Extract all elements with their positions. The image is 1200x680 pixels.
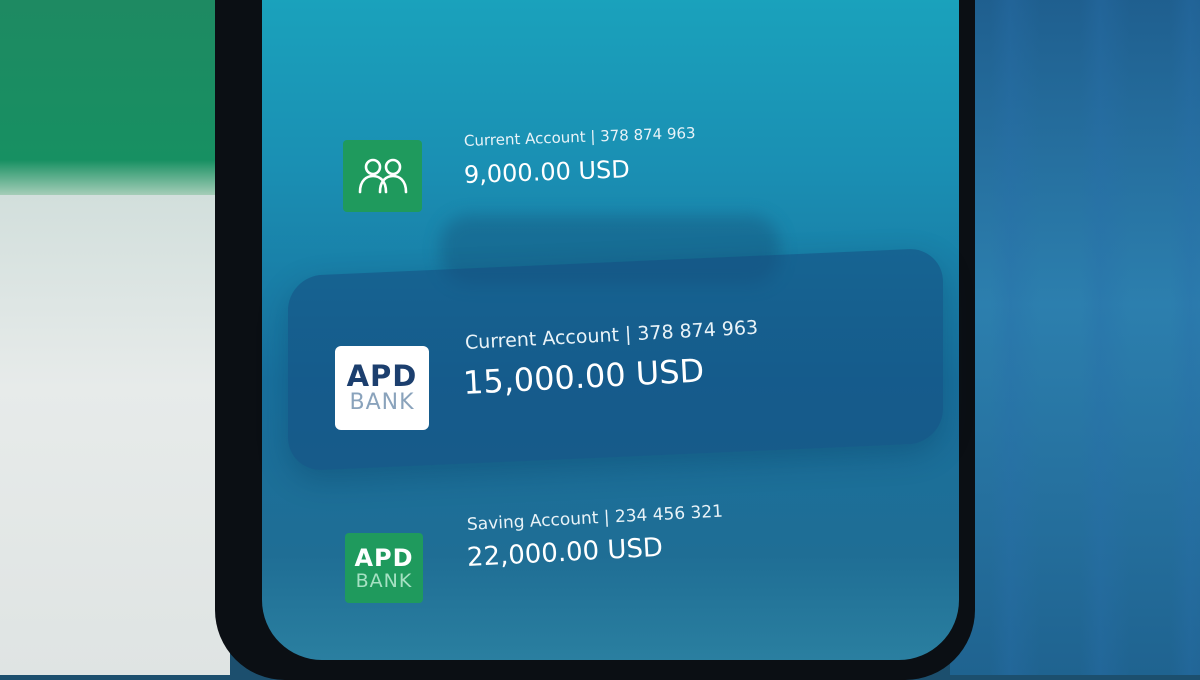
- background-white-wall: [0, 195, 230, 675]
- background-green-wall: [0, 0, 230, 200]
- logo-text-apd: APD: [346, 359, 418, 393]
- logo-text-bank: BANK: [349, 390, 415, 415]
- account-balance: 9,000.00 USD: [463, 155, 631, 189]
- apd-bank-logo-green: APD BANK: [345, 533, 423, 603]
- logo-text-apd: APD: [354, 543, 414, 572]
- apd-bank-logo: APD BANK: [335, 346, 429, 430]
- joint-account-logo: [343, 140, 422, 212]
- people-icon: [358, 158, 407, 194]
- logo-text-bank: BANK: [355, 569, 413, 592]
- background-blurred-scene: [950, 0, 1200, 675]
